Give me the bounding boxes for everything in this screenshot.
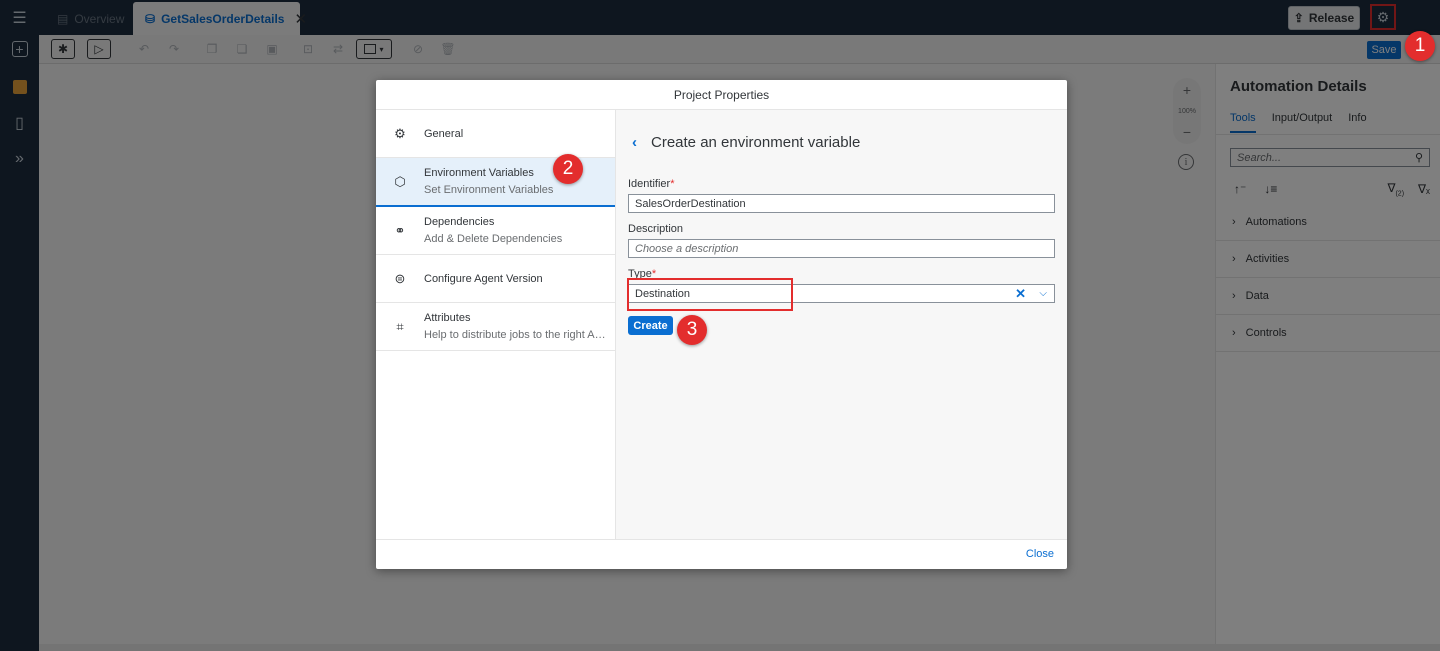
- nav-item-attributes[interactable]: ⌗ Attributes Help to distribute jobs to …: [376, 303, 615, 351]
- identifier-label: Identifier*: [628, 178, 675, 190]
- tag-icon: ⌗: [396, 318, 404, 334]
- back-chevron-icon[interactable]: ‹: [632, 134, 637, 151]
- dialog-title: Project Properties: [376, 80, 1067, 110]
- nav-item-general[interactable]: ⚙ General: [376, 110, 615, 158]
- close-button[interactable]: Close: [1026, 548, 1054, 560]
- dialog-footer: Close: [376, 539, 1067, 569]
- nav-sublabel: Help to distribute jobs to the right Ag.…: [424, 329, 606, 341]
- form-title: Create an environment variable: [651, 134, 861, 151]
- nav-label: Environment Variables: [424, 167, 534, 179]
- step-badge-2: 2: [553, 154, 583, 184]
- type-highlight-box: [627, 278, 793, 311]
- agent-icon: ⊜: [394, 270, 406, 286]
- nav-sublabel: Add & Delete Dependencies: [424, 233, 563, 245]
- gear-icon: ⚙: [394, 125, 406, 141]
- step-badge-3: 3: [677, 315, 707, 345]
- nav-label: Configure Agent Version: [424, 272, 543, 285]
- create-button[interactable]: Create: [628, 316, 673, 335]
- nav-item-dependencies[interactable]: ⚭ Dependencies Add & Delete Dependencies: [376, 207, 615, 255]
- nav-label: General: [424, 127, 464, 140]
- nav-label: Attributes: [424, 312, 471, 324]
- link-icon: ⚭: [394, 222, 406, 238]
- description-input[interactable]: Choose a description: [628, 239, 1055, 258]
- cube-icon: ⬡: [394, 173, 406, 189]
- form-header: ‹ Create an environment variable: [632, 134, 860, 151]
- identifier-input[interactable]: SalesOrderDestination: [628, 194, 1055, 213]
- description-label: Description: [628, 223, 684, 235]
- chevron-down-icon[interactable]: ⌵: [1039, 288, 1047, 299]
- nav-item-configure-agent-version[interactable]: ⊜ Configure Agent Version: [376, 255, 615, 303]
- step-badge-1: 1: [1405, 31, 1435, 61]
- nav-sublabel: Set Environment Variables: [424, 184, 554, 196]
- clear-icon[interactable]: ✕: [1015, 286, 1026, 302]
- nav-label: Dependencies: [424, 216, 495, 228]
- project-properties-dialog: Project Properties ⚙ General ⬡ Environme…: [376, 80, 1067, 569]
